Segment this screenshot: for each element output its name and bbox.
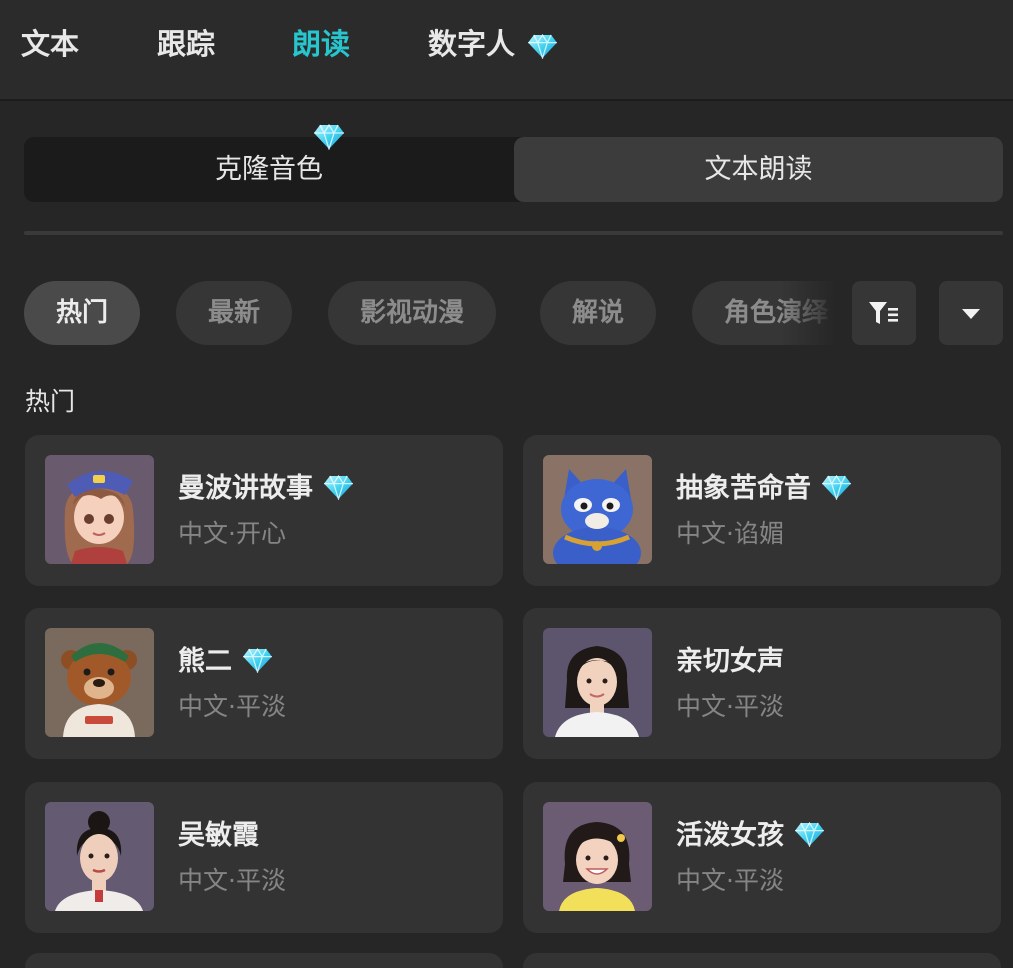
voice-name: 抽象苦命音: [676, 470, 852, 508]
voice-tags: 中文·平淡: [178, 866, 286, 895]
category-pill-film-anime[interactable]: 影视动漫: [328, 281, 497, 345]
woman-avatar: [543, 628, 652, 737]
voice-card[interactable]: 活泼女孩 中文·平淡: [523, 782, 1001, 933]
category-label: 热门: [56, 298, 109, 328]
category-label: 影视动漫: [360, 298, 465, 328]
voice-tags: 中文·开心: [178, 519, 286, 548]
diamond-icon: [323, 475, 354, 500]
filter-button[interactable]: [852, 281, 916, 345]
voice-card[interactable]: [523, 953, 1001, 968]
filter-icon: [869, 302, 898, 324]
tab-label: 朗读: [292, 27, 351, 61]
tab-label: 数字人: [428, 27, 516, 61]
category-pills: 热门 最新 影视动漫 解说 角色演绎: [24, 281, 834, 345]
tab-label: 跟踪: [157, 27, 216, 61]
voice-tags: 中文·平淡: [676, 692, 784, 721]
voice-card[interactable]: 曼波讲故事 中文·开心: [25, 435, 503, 586]
tab-digital-human[interactable]: 数字人: [428, 24, 558, 64]
bear-avatar: [45, 628, 154, 737]
category-label: 解说: [572, 298, 625, 328]
section-title: 热门: [25, 387, 76, 416]
tab-label: 文本: [21, 27, 80, 61]
voice-card[interactable]: [25, 953, 503, 968]
diamond-icon: [821, 475, 852, 500]
voice-card[interactable]: 熊二 中文·平淡: [25, 608, 503, 759]
blue-cat-avatar: [543, 455, 652, 564]
tab-tracking[interactable]: 跟踪: [157, 24, 215, 64]
voice-card[interactable]: 抽象苦命音 中文·谄媚: [523, 435, 1001, 586]
voice-card[interactable]: 吴敏霞 中文·平淡: [25, 782, 503, 933]
voice-name: 亲切女声: [676, 646, 784, 677]
voice-name: 吴敏霞: [178, 820, 259, 851]
anime-girl-avatar: [45, 455, 154, 564]
voice-tags: 中文·平淡: [676, 866, 784, 895]
clone-voice-label: 克隆音色: [215, 154, 323, 185]
tab-read-aloud[interactable]: 朗读: [292, 24, 350, 64]
voice-card[interactable]: 亲切女声 中文·平淡: [523, 608, 1001, 759]
diamond-icon: [794, 822, 825, 847]
voice-mode-segment: 克隆音色 文本朗读: [24, 137, 1003, 202]
tab-text[interactable]: 文本: [21, 24, 79, 64]
category-pill-commentary[interactable]: 解说: [540, 281, 657, 345]
category-pill-hot[interactable]: 热门: [24, 281, 141, 345]
diamond-icon: [527, 34, 558, 59]
voice-tags: 中文·谄媚: [676, 519, 784, 548]
voice-tags: 中文·平淡: [178, 692, 286, 721]
diamond-icon: [242, 648, 273, 673]
category-pill-roleplay[interactable]: 角色演绎: [692, 281, 834, 345]
expand-categories-button[interactable]: [939, 281, 1003, 345]
category-pill-latest[interactable]: 最新: [176, 281, 293, 345]
category-label: 最新: [208, 298, 261, 328]
woman-avatar: [45, 802, 154, 911]
diamond-icon: [313, 124, 345, 150]
text-read-label: 文本朗读: [704, 154, 813, 185]
category-label: 角色演绎: [724, 298, 829, 328]
clone-voice-button[interactable]: 克隆音色: [24, 137, 514, 202]
text-read-button[interactable]: 文本朗读: [514, 137, 1003, 202]
top-tab-bar: 文本 跟踪 朗读 数字人: [0, 0, 1013, 101]
voice-name: 曼波讲故事: [178, 470, 354, 508]
girl-avatar: [543, 802, 652, 911]
divider: [24, 231, 1003, 235]
voice-name: 熊二: [178, 643, 273, 681]
chevron-down-icon: [962, 309, 980, 319]
voice-name: 活泼女孩: [676, 817, 825, 855]
